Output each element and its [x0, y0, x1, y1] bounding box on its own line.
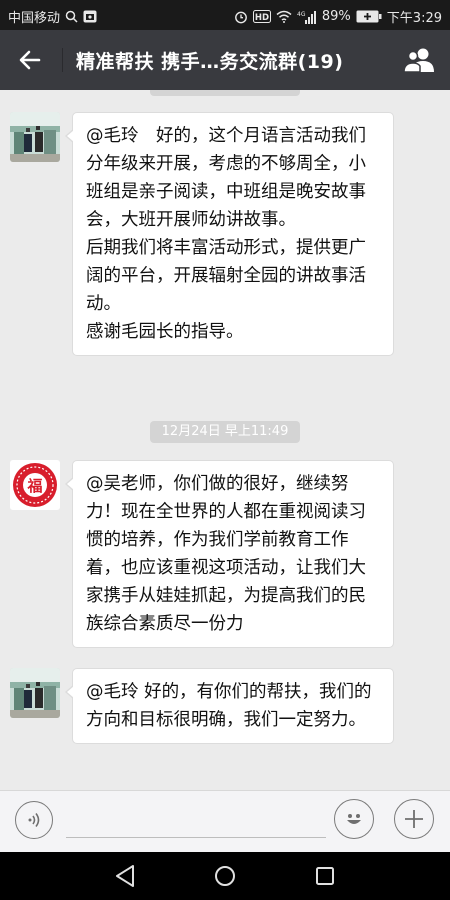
chat-title-bar: 精准帮扶 携手…务交流群(19)	[0, 30, 450, 90]
clock-time: 下午3:29	[386, 11, 442, 26]
battery-charging-icon	[356, 10, 382, 23]
timestamp-pill: 12月24日 早上11:49	[150, 421, 300, 443]
voice-input-button[interactable]	[15, 801, 53, 839]
message-text: @毛玲 好的，这个月语言活动我们分年级来开展，考虑的不够周全，小班组是亲子阅读，…	[86, 126, 366, 230]
timestamp-pill-partial	[150, 90, 300, 96]
carrier-label: 中国移动	[8, 11, 61, 26]
group-members-button[interactable]	[402, 43, 438, 77]
message-text: 后期我们将丰富活动形式，提供更广阔的平台，开展辐射全园的讲故事活动。	[86, 238, 366, 314]
user-photo-avatar[interactable]	[10, 112, 60, 162]
chat-title: 精准帮扶 携手…务交流群(19)	[76, 51, 344, 73]
notification-app-icon	[83, 10, 97, 23]
wechat-group-chat-screen: 中国移动 HD 4G 89% 下午3:29 精准帮扶 携手…务交流群(19) @…	[0, 0, 450, 900]
nav-recents-icon	[316, 867, 334, 885]
more-functions-button[interactable]	[394, 799, 434, 839]
nav-recents-button[interactable]	[311, 862, 339, 890]
nav-back-icon	[116, 865, 134, 887]
message-input[interactable]	[66, 805, 326, 838]
hd-icon: HD	[252, 10, 271, 23]
fu-character-avatar[interactable]: 福	[10, 460, 60, 510]
message-bubble[interactable]: @吴老师，你们做的很好，继续努力！现在全世界的人都在重视阅读习惯的培养，作为我们…	[65, 460, 394, 648]
back-button[interactable]	[14, 44, 46, 76]
plus-icon	[405, 810, 423, 828]
emoji-button[interactable]	[334, 799, 374, 839]
group-members-icon	[403, 48, 434, 73]
status-left: 中国移动	[8, 7, 97, 26]
emoji-icon	[347, 814, 361, 824]
message-list[interactable]: @毛玲 好的，这个月语言活动我们分年级来开展，考虑的不够周全，小班组是亲子阅读，…	[0, 90, 450, 790]
title-separator	[62, 48, 63, 72]
fu-character: 福	[26, 477, 42, 495]
message-bubble[interactable]: @毛玲 好的，这个月语言活动我们分年级来开展，考虑的不够周全，小班组是亲子阅读，…	[65, 112, 394, 356]
wifi-icon	[276, 10, 292, 23]
message-text: @吴老师，你们做的很好，继续努力！现在全世界的人都在重视阅读习惯的培养，作为我们…	[86, 474, 366, 634]
user-photo-avatar[interactable]	[10, 668, 60, 718]
message-text: 感谢毛园长的指导。	[86, 322, 244, 342]
svg-text:HD: HD	[255, 13, 269, 23]
voice-input-icon	[28, 813, 40, 827]
message-text: @毛玲 好的，有你们的帮扶，我们的方向和目标很明确，我们一定努力。	[86, 682, 372, 730]
back-arrow-icon	[19, 50, 41, 70]
network-label: 4G	[297, 11, 306, 18]
nav-home-icon	[215, 866, 235, 886]
message-bubble[interactable]: @毛玲 好的，有你们的帮扶，我们的方向和目标很明确，我们一定努力。	[65, 668, 394, 744]
system-nav-bar	[0, 852, 450, 900]
nav-home-button[interactable]	[211, 862, 239, 890]
signal-4g-icon: 4G	[297, 10, 317, 24]
nav-back-button[interactable]	[111, 862, 139, 890]
status-bar: 中国移动 HD 4G 89% 下午3:29	[0, 0, 450, 30]
battery-percent: 89%	[321, 9, 351, 24]
search-icon	[65, 10, 78, 23]
status-right: HD 4G 89% 下午3:29	[234, 7, 442, 26]
alarm-icon	[234, 10, 248, 24]
chat-input-bar	[0, 790, 450, 853]
